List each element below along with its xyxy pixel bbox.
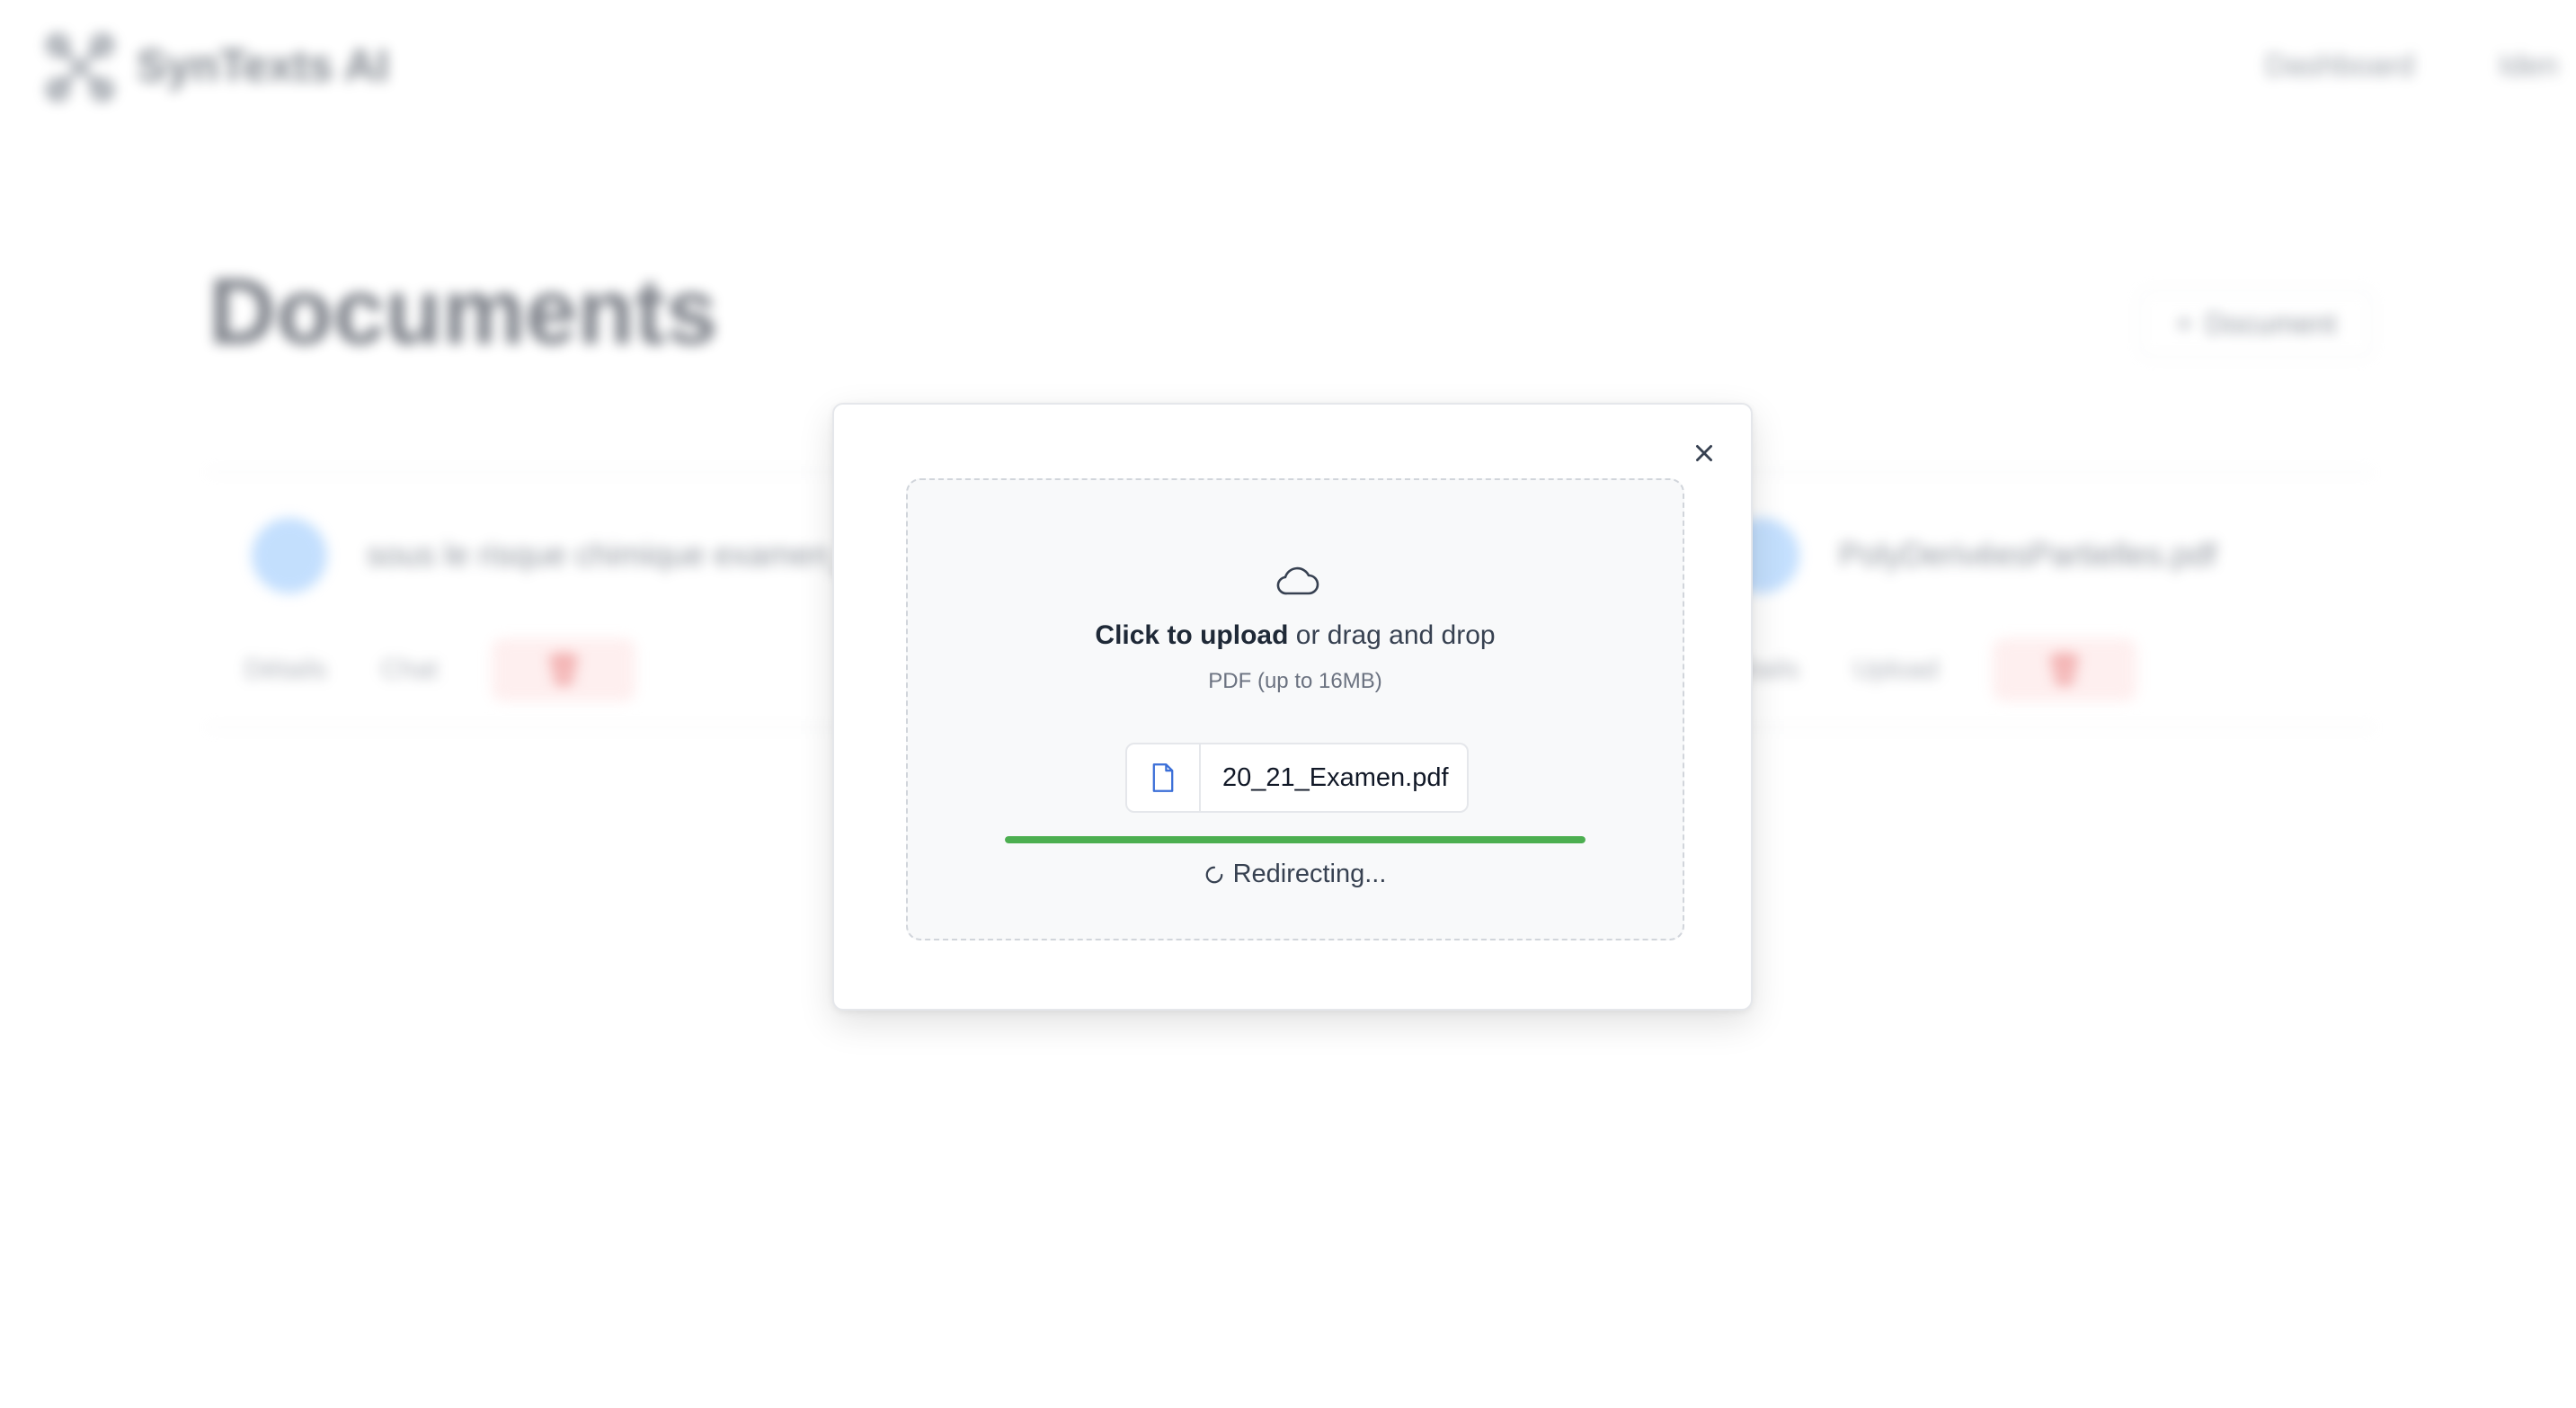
file-type-hint: PDF (up to 16MB) xyxy=(1208,669,1382,693)
upload-status: Redirecting... xyxy=(908,860,1683,889)
nav-dashboard-link[interactable]: Dashboard xyxy=(2265,49,2414,84)
new-document-button[interactable]: + Document xyxy=(2139,290,2373,358)
upload-progress-fill xyxy=(1005,836,1586,843)
upload-instructions: Click to upload or drag and drop xyxy=(908,620,1683,651)
upload-progress-bar xyxy=(1005,836,1586,843)
new-document-label: Document xyxy=(2205,307,2337,340)
document-name: PolyDerivéesPartielles.pdf xyxy=(1839,536,2217,573)
document-actions: Détails Upload 🗑 xyxy=(1717,638,2136,701)
upload-modal: Click to upload or drag and drop PDF (up… xyxy=(832,403,1753,1011)
selected-file: 20_21_Examen.pdf xyxy=(1125,743,1469,813)
page-title: Documents xyxy=(209,260,718,364)
details-button[interactable]: Détails xyxy=(244,655,327,685)
logo-icon xyxy=(46,33,114,102)
app-root: SynTexts AI Dashboard Iden Documents + D… xyxy=(0,0,2576,1408)
close-button[interactable] xyxy=(1683,432,1726,475)
chat-button[interactable]: Upload xyxy=(1853,655,1939,685)
chat-button[interactable]: Chat xyxy=(381,655,438,685)
document-name: sous le risque chimique examen_ xyxy=(367,536,848,573)
drag-drop-label: or drag and drop xyxy=(1288,620,1496,650)
upload-dropzone[interactable]: Click to upload or drag and drop PDF (up… xyxy=(906,478,1684,940)
file-name: 20_21_Examen.pdf xyxy=(1222,762,1449,792)
trash-icon: 🗑 xyxy=(2045,653,2084,687)
file-icon-wrapper xyxy=(1127,744,1201,811)
file-icon xyxy=(1152,763,1174,792)
close-icon xyxy=(1696,445,1712,461)
top-navbar: SynTexts AI Dashboard Iden xyxy=(0,0,2576,135)
delete-button[interactable]: 🗑 xyxy=(492,638,636,701)
document-avatar xyxy=(252,518,327,593)
click-to-upload-label[interactable]: Click to upload xyxy=(1095,620,1288,650)
trash-icon: 🗑 xyxy=(544,653,583,687)
card-divider xyxy=(1681,726,2373,728)
delete-button[interactable]: 🗑 xyxy=(1992,638,2136,701)
document-card[interactable]: PolyDerivéesPartielles.pdf Détails Uploa… xyxy=(1681,486,2373,746)
status-text: Redirecting... xyxy=(1232,860,1387,888)
cloud-icon xyxy=(1276,566,1319,595)
brand-name: SynTexts AI xyxy=(137,40,389,91)
plus-icon: + xyxy=(2175,307,2193,340)
document-actions: Détails Chat 🗑 xyxy=(244,638,636,701)
nav-user-link[interactable]: Iden xyxy=(2499,49,2558,84)
spinner-icon xyxy=(1205,866,1222,883)
